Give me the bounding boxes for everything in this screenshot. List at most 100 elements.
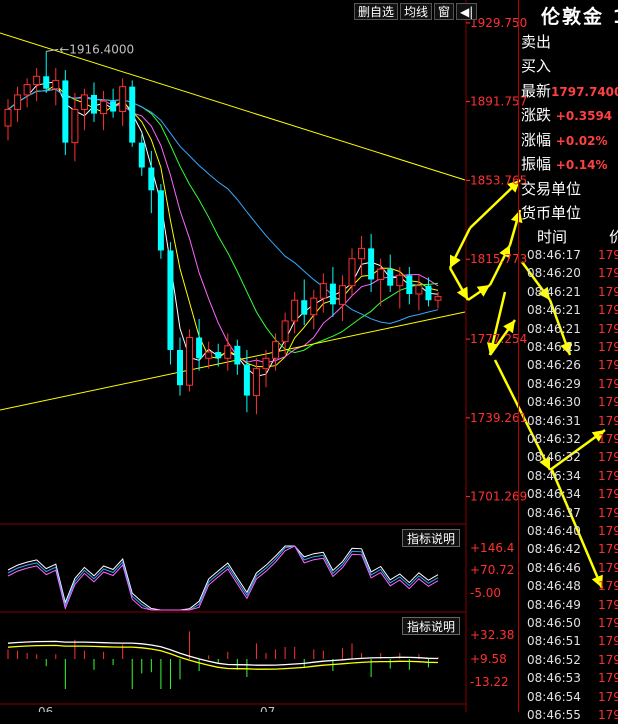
candle-body xyxy=(62,80,69,143)
candle-body xyxy=(291,299,299,322)
osc1-tick-label: +146.4 xyxy=(470,541,514,555)
tick-time: 08:46:17 xyxy=(527,248,581,262)
tick-price: 179 xyxy=(598,266,618,281)
candle-body xyxy=(129,86,136,143)
remove-favorite-button[interactable]: 删自选 xyxy=(354,3,399,20)
candle-body xyxy=(319,283,327,299)
candle-body xyxy=(387,269,394,286)
candle-body xyxy=(434,296,442,301)
tick-time: 08:46:29 xyxy=(527,376,581,391)
quote-row-change-pct: 涨幅 +0.02% xyxy=(521,129,607,150)
candle-body xyxy=(4,108,12,127)
candle-body xyxy=(196,337,203,359)
tick-time: 08:46:25 xyxy=(527,340,581,354)
tick-price: 179 xyxy=(598,487,618,502)
tick-time: 08:46:46 xyxy=(527,560,581,575)
tick-price: 179 xyxy=(598,395,618,410)
candle-body xyxy=(224,345,232,359)
candle-body xyxy=(252,368,260,397)
tick-price: 179 xyxy=(598,579,618,594)
ticks-header-price: 价 xyxy=(609,228,618,246)
candle-body xyxy=(80,94,88,110)
indicator-help-button-1[interactable]: 指标说明 xyxy=(402,529,461,547)
annotation-arrow-head xyxy=(476,285,490,297)
tick-price: 179 xyxy=(598,303,618,318)
candle-body xyxy=(310,297,318,316)
tick-row: 08:46:34 179 xyxy=(527,467,618,485)
candle-body xyxy=(71,108,79,144)
candle-body xyxy=(33,75,41,86)
quote-row-sell: 卖出 xyxy=(521,31,551,52)
tick-time: 08:46:52 xyxy=(527,652,581,667)
candle-body xyxy=(358,247,366,260)
tick-time: 08:46:26 xyxy=(527,358,581,373)
tick-time: 08:46:40 xyxy=(527,524,581,538)
tick-time: 08:46:21 xyxy=(527,321,581,336)
tick-price: 179 xyxy=(598,450,618,465)
tick-row: 08:46:49 179 xyxy=(527,596,618,614)
candle-body xyxy=(262,357,270,370)
tick-price: 179 xyxy=(598,505,618,520)
tick-time: 08:46:32 xyxy=(527,450,581,465)
candle-body xyxy=(177,349,183,386)
candle-body xyxy=(91,94,97,114)
tick-row: 08:46:21 179 xyxy=(527,283,618,301)
trendline-lower xyxy=(0,311,466,411)
candle-body xyxy=(338,285,346,305)
osc1-tick-label: -5.00 xyxy=(470,586,501,600)
tick-time: 08:46:53 xyxy=(527,671,581,686)
tick-price: 179 xyxy=(598,340,618,354)
candle-body xyxy=(425,285,432,301)
tick-price: 179 xyxy=(598,652,618,667)
osc2-tick-label: -13.22 xyxy=(470,675,509,689)
collapse-panel-button[interactable]: ◀| xyxy=(456,3,478,20)
tick-price: 179 xyxy=(598,248,618,262)
candle-body xyxy=(100,100,108,115)
tick-price: 179 xyxy=(598,358,618,373)
tick-row: 08:46:48 179 xyxy=(527,577,618,595)
collapse-arrow-icon: ◀| xyxy=(460,5,474,19)
ticks-header-time: 时间 xyxy=(537,228,568,246)
quote-label: 涨幅 xyxy=(521,131,552,149)
tick-row: 08:46:37 179 xyxy=(527,504,618,522)
tick-time: 08:46:50 xyxy=(527,616,581,630)
tick-price: 179 xyxy=(598,560,618,575)
candle-body xyxy=(348,258,356,287)
tick-time: 08:46:31 xyxy=(527,413,581,428)
indicator-help-button-2[interactable]: 指标说明 xyxy=(402,617,461,635)
tick-row: 08:46:55 179 xyxy=(527,706,618,724)
window-button[interactable]: 窗 xyxy=(434,3,455,20)
candle-body xyxy=(406,275,413,294)
osc2-tick-label: +9.58 xyxy=(470,652,507,666)
tick-time: 08:46:30 xyxy=(527,395,581,410)
candle-body xyxy=(415,285,423,295)
quote-label: 振幅 xyxy=(521,155,552,173)
moving-average-button[interactable]: 均线 xyxy=(400,3,433,20)
candle-body xyxy=(368,248,375,280)
tick-row: 08:46:32 179 xyxy=(527,448,618,466)
candle-body xyxy=(272,341,280,359)
quote-value: +0.14% xyxy=(555,158,608,172)
tick-row: 08:46:42 179 xyxy=(527,540,618,558)
tick-row: 08:46:21 179 xyxy=(527,301,618,319)
tick-price: 179 xyxy=(598,616,618,630)
quote-trade-unit: 交易单位 xyxy=(521,180,582,198)
tick-price: 179 xyxy=(598,671,618,686)
tick-row: 08:46:21 179 xyxy=(527,320,618,338)
tick-row: 08:46:20 179 xyxy=(527,264,618,282)
chart-toolbar: 删自选 均线 窗 ◀| xyxy=(354,3,478,21)
tick-row: 08:46:25 179 xyxy=(527,338,618,356)
quote-row-last: 最新1797.7400 xyxy=(521,80,618,101)
tick-row: 08:46:34 179 xyxy=(527,485,618,503)
tick-row: 08:46:52 179 xyxy=(527,651,618,669)
x-tick-label: 06 xyxy=(38,705,53,712)
tick-price: 179 xyxy=(598,708,618,722)
candle-body xyxy=(186,337,194,386)
tick-time: 08:46:51 xyxy=(527,634,581,649)
osc1-tick-label: +70.72 xyxy=(470,563,514,577)
tick-time: 08:46:55 xyxy=(527,708,581,722)
candle-body xyxy=(205,351,213,359)
tick-price: 179 xyxy=(598,321,618,336)
tick-time: 08:46:48 xyxy=(527,579,581,594)
candle-body xyxy=(243,364,250,396)
